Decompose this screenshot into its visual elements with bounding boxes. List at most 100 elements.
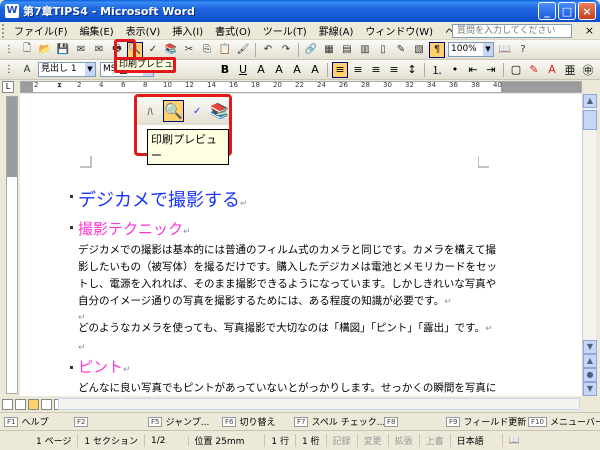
- spelling-icon[interactable]: ✓: [145, 42, 161, 58]
- web-layout-icon[interactable]: [15, 398, 26, 410]
- paragraph-2[interactable]: どのようなカメラを使っても、写真撮影で大切なのは「構図」「ピント」「露出」です。…: [78, 320, 508, 338]
- align-center-button[interactable]: ≡: [350, 62, 366, 78]
- vertical-ruler[interactable]: [6, 96, 18, 394]
- status-line[interactable]: 1 行: [265, 434, 296, 447]
- fkey-f7[interactable]: F7 スペル チェック...: [294, 415, 385, 428]
- paragraph-1[interactable]: デジカメでの撮影は基本的には普通のフィルム式のカメラと同じです。カメラを構えて撮…: [78, 242, 508, 311]
- menu-tools[interactable]: ツール(T): [257, 23, 313, 38]
- zoom-dropdown-icon[interactable]: ▼: [483, 43, 493, 56]
- insert-table-icon[interactable]: ▤: [339, 42, 355, 58]
- status-pages[interactable]: 1/2: [145, 435, 189, 446]
- phonetic-guide-icon[interactable]: 亜: [562, 62, 578, 78]
- menu-format[interactable]: 書式(O): [209, 23, 257, 38]
- status-overtype[interactable]: 上書: [420, 434, 451, 447]
- document-page[interactable]: デジカメで撮影する↵ 撮影テクニック↵ デジカメでの撮影は基本的には普通のフィル…: [20, 94, 582, 396]
- previous-page-icon[interactable]: ▲: [583, 354, 597, 368]
- scroll-up-icon[interactable]: ▲: [583, 94, 597, 108]
- enclose-char-icon[interactable]: ㊥: [580, 62, 596, 78]
- fkey-f8[interactable]: F8: [384, 416, 446, 427]
- spelling-status-icon[interactable]: 📖: [503, 436, 526, 446]
- decrease-indent-icon[interactable]: ⇤: [465, 62, 481, 78]
- ruler-indent-marker[interactable]: ⧗: [57, 81, 62, 90]
- toolbar-grip[interactable]: ⋮: [1, 42, 17, 58]
- research-icon[interactable]: 📚: [163, 42, 179, 58]
- menu-view[interactable]: 表示(V): [120, 23, 167, 38]
- style-combo[interactable]: 見出し 1 ▼: [38, 62, 96, 77]
- show-hide-icon[interactable]: ¶: [429, 41, 445, 58]
- increase-indent-icon[interactable]: ⇥: [483, 62, 499, 78]
- hyperlink-icon[interactable]: 🔗: [303, 42, 319, 58]
- status-extend[interactable]: 拡張: [389, 434, 420, 447]
- document-map-icon[interactable]: ▧: [411, 42, 427, 58]
- help-search-input[interactable]: 質問を入力してください: [452, 24, 572, 38]
- line-spacing-button[interactable]: ↕: [404, 62, 420, 78]
- columns-icon[interactable]: ▯: [375, 42, 391, 58]
- style-dropdown-icon[interactable]: ▼: [85, 63, 95, 76]
- normal-view-icon[interactable]: [2, 398, 13, 410]
- status-track-changes[interactable]: 変更: [358, 434, 389, 447]
- document-close-icon[interactable]: ×: [585, 24, 594, 37]
- new-document-icon[interactable]: 🗋: [19, 42, 35, 58]
- copy-icon[interactable]: ⎘: [199, 42, 215, 58]
- cut-icon[interactable]: ✂: [181, 42, 197, 58]
- tab-selector[interactable]: L: [2, 81, 14, 93]
- maximize-button[interactable]: □: [558, 2, 576, 20]
- font-color-icon[interactable]: A: [253, 62, 269, 78]
- minimize-button[interactable]: _: [538, 2, 556, 20]
- font-color-red-icon[interactable]: A: [544, 62, 560, 78]
- styles-formatting-icon[interactable]: A: [19, 62, 35, 78]
- menu-table[interactable]: 罫線(A): [313, 23, 360, 38]
- underline-button[interactable]: U: [235, 62, 251, 78]
- bullets-icon[interactable]: •: [447, 62, 463, 78]
- horizontal-ruler[interactable]: 2 ⧗ 2 4 6 8 10 12 14 16 18 20 22 24 26 2…: [20, 81, 582, 93]
- menu-file[interactable]: ファイル(F): [8, 23, 74, 38]
- heading-2-technique[interactable]: 撮影テクニック↵: [78, 218, 191, 239]
- status-page[interactable]: 1 ページ: [0, 434, 79, 447]
- menu-insert[interactable]: 挿入(I): [166, 23, 209, 38]
- border-char-icon[interactable]: A: [271, 62, 287, 78]
- open-icon[interactable]: 📂: [37, 42, 53, 58]
- email-icon[interactable]: ✉: [91, 42, 107, 58]
- insert-excel-icon[interactable]: ▥: [357, 42, 373, 58]
- char-shading-icon[interactable]: A: [289, 62, 305, 78]
- status-language[interactable]: 日本語: [451, 434, 503, 447]
- heading-2-focus[interactable]: ピント↵: [78, 356, 131, 377]
- fkey-f10[interactable]: F10メニューバーに: [528, 415, 600, 428]
- save-icon[interactable]: 💾: [55, 42, 71, 58]
- status-position[interactable]: 位置 25mm: [189, 434, 266, 447]
- redo-icon[interactable]: ↷: [278, 42, 294, 58]
- empty-paragraph[interactable]: ↵: [78, 340, 508, 357]
- fkey-f9[interactable]: F9 フィールド更新: [446, 415, 528, 428]
- menu-edit[interactable]: 編集(E): [74, 23, 120, 38]
- close-button[interactable]: ×: [578, 2, 596, 20]
- tables-borders-icon[interactable]: ▦: [321, 42, 337, 58]
- numbering-icon[interactable]: ⒈: [429, 62, 445, 78]
- horizontal-scrollbar[interactable]: [58, 398, 580, 410]
- select-browse-object-icon[interactable]: ●: [583, 368, 597, 382]
- align-right-button[interactable]: ≡: [368, 62, 384, 78]
- fkey-f6[interactable]: F6 切り替え: [222, 415, 294, 428]
- paragraph-3[interactable]: どんなに良い写真でもピントがあっていないとがっかりします。せっかくの瞬間を写真に: [78, 380, 508, 397]
- undo-icon[interactable]: ↶: [260, 42, 276, 58]
- outline-view-icon[interactable]: [41, 398, 52, 410]
- menu-window[interactable]: ウィンドウ(W): [359, 23, 439, 38]
- read-icon[interactable]: 📖: [497, 42, 513, 58]
- char-scaling-icon[interactable]: A: [307, 62, 323, 78]
- outside-border-icon[interactable]: ▢: [508, 62, 524, 78]
- fkey-f5[interactable]: F5 ジャンプ...: [148, 415, 222, 428]
- bold-button[interactable]: B: [217, 62, 233, 78]
- format-painter-icon[interactable]: 🖌: [235, 42, 251, 58]
- next-page-icon[interactable]: ▼: [583, 382, 597, 396]
- scroll-thumb[interactable]: [583, 110, 597, 130]
- print-layout-icon[interactable]: [28, 398, 39, 410]
- toolbar-grip[interactable]: ⋮: [1, 62, 17, 78]
- fkey-f1[interactable]: F1 ヘルプ: [0, 415, 74, 428]
- permission-icon[interactable]: ✉: [73, 42, 89, 58]
- paste-icon[interactable]: 📋: [217, 42, 233, 58]
- status-section[interactable]: 1 セクション: [78, 434, 146, 447]
- word-app-icon[interactable]: W: [5, 4, 19, 18]
- heading-1[interactable]: デジカメで撮影する↵: [78, 186, 248, 212]
- align-justify-button[interactable]: ≡: [332, 61, 348, 78]
- highlight-icon[interactable]: ✎: [526, 62, 542, 78]
- drawing-icon[interactable]: ✎: [393, 42, 409, 58]
